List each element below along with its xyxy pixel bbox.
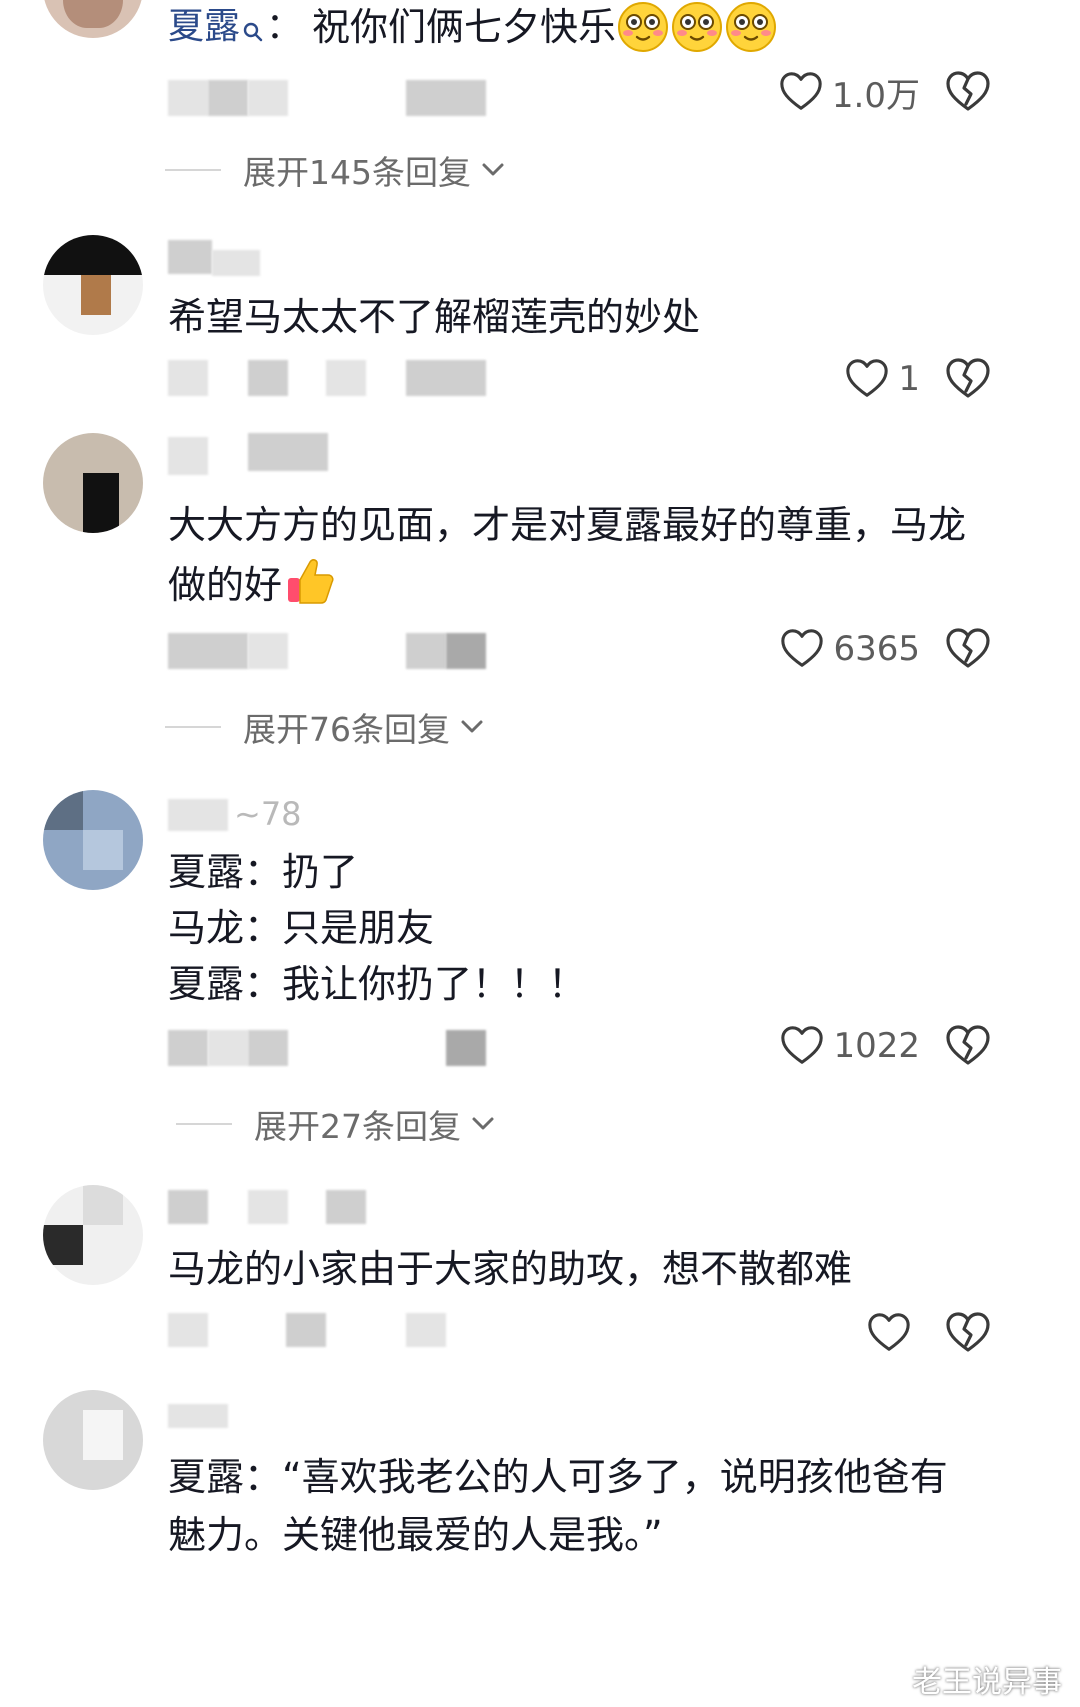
comment-meta-blurred bbox=[168, 360, 528, 404]
username[interactable]: 夏露 bbox=[168, 5, 240, 49]
comment-line: 马龙：只是朋友 bbox=[168, 906, 435, 950]
avatar[interactable] bbox=[43, 1390, 143, 1490]
broken-heart-icon[interactable] bbox=[944, 1309, 992, 1357]
like-button[interactable]: 1022 bbox=[779, 1022, 920, 1070]
comment-meta-blurred bbox=[168, 633, 528, 677]
comment-body: 希望马太太不了解榴莲壳的妙处 bbox=[168, 295, 701, 339]
expand-replies-label: 展开145条回复 bbox=[243, 153, 471, 192]
comment-line: 做的好 bbox=[168, 563, 283, 607]
comment-line: 大大方方的见面，才是对夏露最好的尊重，马龙 bbox=[168, 503, 967, 547]
broken-heart-icon[interactable] bbox=[944, 68, 992, 116]
like-button[interactable] bbox=[866, 1309, 920, 1357]
heart-outline-icon bbox=[778, 69, 824, 115]
broken-heart-icon[interactable] bbox=[944, 355, 992, 403]
divider bbox=[165, 169, 221, 171]
heart-outline-icon bbox=[866, 1310, 912, 1356]
comment-body: 夏露：“喜欢我老公的人可多了，说明孩他爸有 魅力。关键他最爱的人是我。” bbox=[168, 1448, 1020, 1564]
avatar[interactable] bbox=[43, 433, 143, 533]
comment-meta-blurred bbox=[168, 80, 528, 124]
heart-outline-icon bbox=[844, 356, 890, 402]
avatar[interactable] bbox=[43, 790, 143, 890]
expand-replies-label: 展开76条回复 bbox=[243, 710, 450, 749]
comment-line: 夏露：“喜欢我老公的人可多了，说明孩他爸有 bbox=[168, 1455, 948, 1499]
broken-heart-icon[interactable] bbox=[944, 625, 992, 673]
watermark: 老王说异事 bbox=[912, 1665, 1062, 1700]
like-count: 1.0万 bbox=[831, 75, 920, 116]
divider bbox=[165, 726, 221, 728]
heart-outline-icon bbox=[779, 1023, 825, 1069]
comment-meta-blurred bbox=[168, 1313, 528, 1357]
comment-meta-blurred bbox=[168, 1030, 528, 1074]
like-button[interactable]: 6365 bbox=[779, 625, 920, 673]
like-count: 1022 bbox=[833, 1026, 920, 1066]
comment-body: 马龙的小家由于大家的助攻，想不散都难 bbox=[168, 1247, 853, 1291]
comment-body: 夏露：扔了 马龙：只是朋友 夏露：我让你扔了！！！ bbox=[168, 844, 1020, 1012]
avatar[interactable] bbox=[43, 1185, 143, 1285]
chevron-down-icon bbox=[469, 1110, 497, 1138]
avatar[interactable] bbox=[43, 235, 143, 335]
comment-text: 夏露 ： 祝你们俩七夕快乐 bbox=[168, 5, 778, 49]
like-button[interactable]: 1.0万 bbox=[778, 68, 920, 116]
expand-replies[interactable]: 展开27条回复 bbox=[176, 1100, 497, 1148]
comment-line: 夏露：我让你扔了！！！ bbox=[168, 962, 587, 1006]
blushing-face-emoji bbox=[616, 0, 670, 54]
comment-body: 祝你们俩七夕快乐 bbox=[312, 5, 617, 49]
username-partial: ~78 bbox=[234, 795, 302, 833]
divider bbox=[176, 1123, 232, 1125]
like-count: 1 bbox=[898, 359, 920, 399]
avatar[interactable] bbox=[43, 0, 143, 38]
chevron-down-icon bbox=[458, 713, 486, 741]
chevron-down-icon bbox=[479, 156, 507, 184]
thumbs-up-emoji bbox=[282, 554, 336, 608]
blushing-face-emoji bbox=[724, 0, 778, 54]
comment-line: 夏露：扔了 bbox=[168, 850, 359, 894]
expand-replies[interactable]: 展开145条回复 bbox=[165, 146, 507, 194]
blushing-face-emoji bbox=[670, 0, 724, 54]
comment-line: 魅力。关键他最爱的人是我。” bbox=[168, 1513, 663, 1557]
search-icon[interactable] bbox=[242, 10, 264, 42]
broken-heart-icon[interactable] bbox=[944, 1022, 992, 1070]
separator: ： bbox=[266, 6, 303, 47]
like-button[interactable]: 1 bbox=[844, 355, 920, 403]
comment-body: 大大方方的见面，才是对夏露最好的尊重，马龙 做的好 bbox=[168, 495, 1020, 615]
expand-replies-label: 展开27条回复 bbox=[254, 1107, 461, 1146]
heart-outline-icon bbox=[779, 626, 825, 672]
expand-replies[interactable]: 展开76条回复 bbox=[165, 703, 486, 751]
like-count: 6365 bbox=[833, 629, 920, 669]
